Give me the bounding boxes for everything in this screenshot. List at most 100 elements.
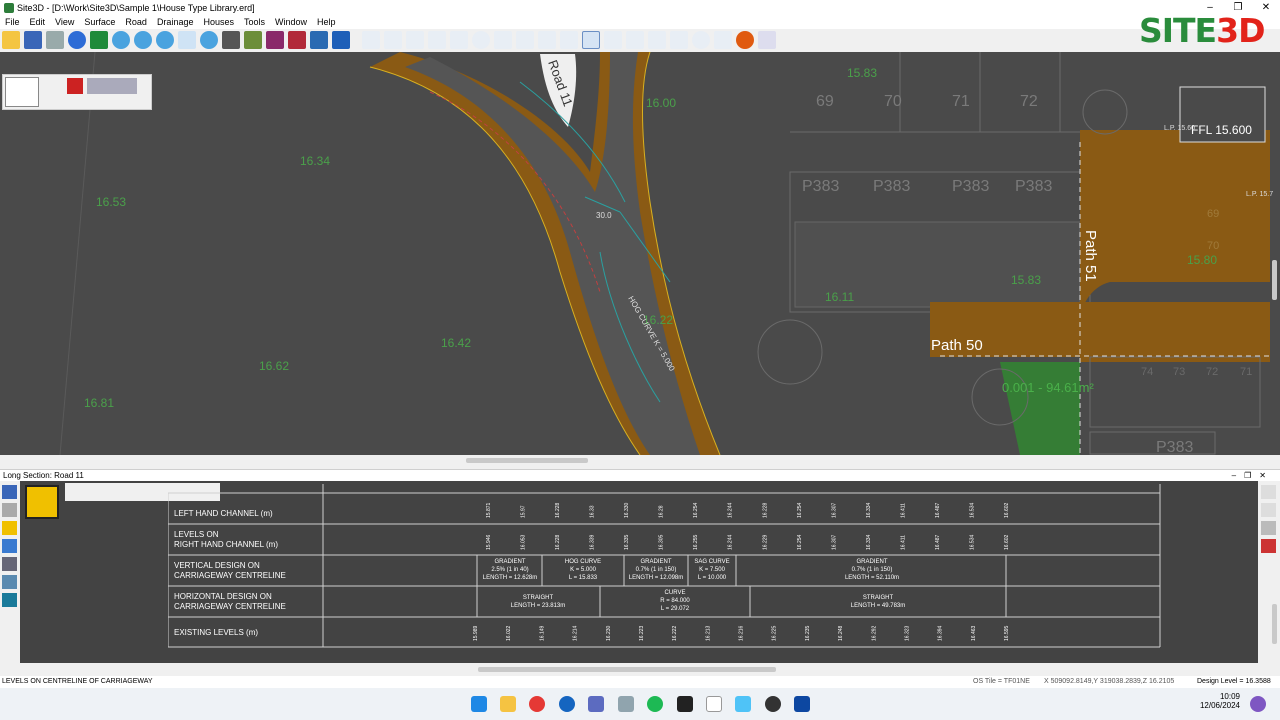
settings-icon[interactable] (794, 696, 810, 712)
dark-app-icon[interactable] (677, 696, 693, 712)
snap-point-icon[interactable] (362, 31, 380, 49)
perpendicular-icon[interactable] (428, 31, 446, 49)
dimension-label: 30.0 (596, 211, 612, 220)
recorder-icon[interactable] (765, 696, 781, 712)
surface-icon[interactable] (1261, 539, 1276, 553)
pen-icon[interactable] (1261, 485, 1276, 499)
plan-vertical-scrollbar[interactable] (1272, 260, 1277, 300)
delete-red-icon[interactable] (67, 78, 83, 94)
browser-icon[interactable] (559, 696, 575, 712)
print-icon[interactable] (46, 31, 64, 49)
existing-level-value: 16.463 (971, 625, 977, 641)
centre-icon[interactable] (472, 31, 490, 49)
warning-icon[interactable] (736, 31, 754, 49)
plan-drawing: 15.83 16.00 16.34 16.53 16.11 16.42 16.6… (59, 52, 1273, 455)
rh-channel-value: 16.335 (624, 534, 630, 550)
save-icon[interactable] (24, 31, 42, 49)
menu-houses[interactable]: Houses (198, 17, 239, 27)
drainage-icon[interactable] (2, 575, 17, 589)
diagonal-line-icon[interactable] (604, 31, 622, 49)
taskbar: 10:09 12/06/2024 (0, 688, 1280, 720)
table-grid-icon[interactable] (5, 77, 39, 107)
area-label: 0.001 - 94.61m² (1002, 380, 1094, 395)
midpoint-icon[interactable] (516, 31, 534, 49)
crosshair-icon[interactable] (494, 31, 512, 49)
site3d-taskbar-icon[interactable] (706, 696, 722, 712)
lh-channel-value: 15.871 (486, 502, 492, 518)
ls-horizontal-scrollbar[interactable] (478, 667, 776, 672)
globe-icon[interactable] (310, 31, 328, 49)
line-angle-icon[interactable] (406, 31, 424, 49)
intersection-icon[interactable] (384, 31, 402, 49)
file-explorer-icon[interactable] (500, 696, 516, 712)
chrome-icon[interactable] (529, 696, 545, 712)
node-add-icon[interactable] (1261, 503, 1276, 517)
zoom-extents-icon[interactable] (200, 31, 218, 49)
measure-icon[interactable] (560, 31, 578, 49)
layer-tools-icon[interactable] (87, 78, 137, 94)
open-folder-icon[interactable] (2, 31, 20, 49)
existing-level-value: 16.214 (573, 625, 579, 641)
existing-level-value: 16.223 (639, 625, 645, 641)
green-view-icon[interactable] (90, 31, 108, 49)
menu-edit[interactable]: Edit (25, 17, 51, 27)
row-label-rh-2: RIGHT HAND CHANNEL (m) (174, 540, 278, 549)
plan-horizontal-scrollbar[interactable] (466, 458, 588, 463)
menu-tools[interactable]: Tools (239, 17, 270, 27)
pan-hand-icon[interactable] (178, 31, 196, 49)
long-section-warning-icon[interactable] (25, 485, 59, 519)
cross-lines-icon[interactable] (582, 31, 600, 49)
circle-tool-icon[interactable] (692, 31, 710, 49)
hazard-icon[interactable] (2, 521, 17, 535)
horiz-seg-3: STRAIGHT (863, 595, 894, 601)
offset-icon[interactable] (538, 31, 556, 49)
clock[interactable]: 10:09 12/06/2024 (1200, 692, 1240, 710)
ls-vertical-scrollbar[interactable] (1272, 604, 1277, 644)
menu-surface[interactable]: Surface (79, 17, 120, 27)
tool-icon[interactable] (735, 696, 751, 712)
menu-view[interactable]: View (50, 17, 79, 27)
house-icon[interactable] (2, 539, 17, 553)
menu-window[interactable]: Window (270, 17, 312, 27)
dimension-icon[interactable] (626, 31, 644, 49)
back-icon[interactable] (68, 31, 86, 49)
contour-colour-icon[interactable] (266, 31, 284, 49)
save-icon[interactable] (2, 485, 17, 499)
menu-drainage[interactable]: Drainage (152, 17, 199, 27)
colour-map-icon[interactable] (288, 31, 306, 49)
rh-channel-value: 16.411 (900, 535, 906, 550)
vert-seg-4-b: K = 7.500 (699, 567, 726, 573)
print-icon[interactable] (2, 503, 17, 517)
teams-icon[interactable] (588, 696, 604, 712)
copilot-icon[interactable] (1250, 696, 1266, 712)
table-icon[interactable] (1261, 521, 1276, 535)
zoom-in-icon[interactable] (112, 31, 130, 49)
zoom-out-icon[interactable] (134, 31, 152, 49)
plan-view[interactable]: 15.83 16.00 16.34 16.53 16.11 16.42 16.6… (0, 52, 1280, 455)
spotify-icon[interactable] (647, 696, 663, 712)
horiz-seg-2-c: L = 29.072 (661, 606, 690, 612)
node-icon[interactable] (670, 31, 688, 49)
menu-file[interactable]: File (0, 17, 25, 27)
ffl-label: FFL 15.600 (1191, 123, 1252, 137)
lh-channel-value: 16.254 (693, 502, 699, 518)
long-section-header: Long Section: Road 11 –❐✕ (0, 469, 1280, 481)
app-icon-gray[interactable] (618, 696, 634, 712)
menu-road[interactable]: Road (120, 17, 152, 27)
menu-help[interactable]: Help (312, 17, 341, 27)
arc-icon[interactable] (450, 31, 468, 49)
clock-date: 12/06/2024 (1199, 701, 1240, 710)
section-icon[interactable] (2, 593, 17, 607)
delete-line-icon[interactable] (714, 31, 732, 49)
rh-channel-value: 16.053 (521, 534, 527, 550)
map-view-icon[interactable] (332, 31, 350, 49)
zoom-window-icon[interactable] (156, 31, 174, 49)
view-2d3d-icon[interactable] (222, 31, 240, 49)
grid-icon[interactable] (758, 31, 776, 49)
building-icon[interactable] (2, 557, 17, 571)
path51-label: Path 51 (1082, 230, 1099, 282)
surface-texture-icon[interactable] (244, 31, 262, 49)
os-tile: OS Tile = TF01NE (973, 678, 1030, 685)
start-icon[interactable] (471, 696, 487, 712)
slope-line-icon[interactable] (648, 31, 666, 49)
